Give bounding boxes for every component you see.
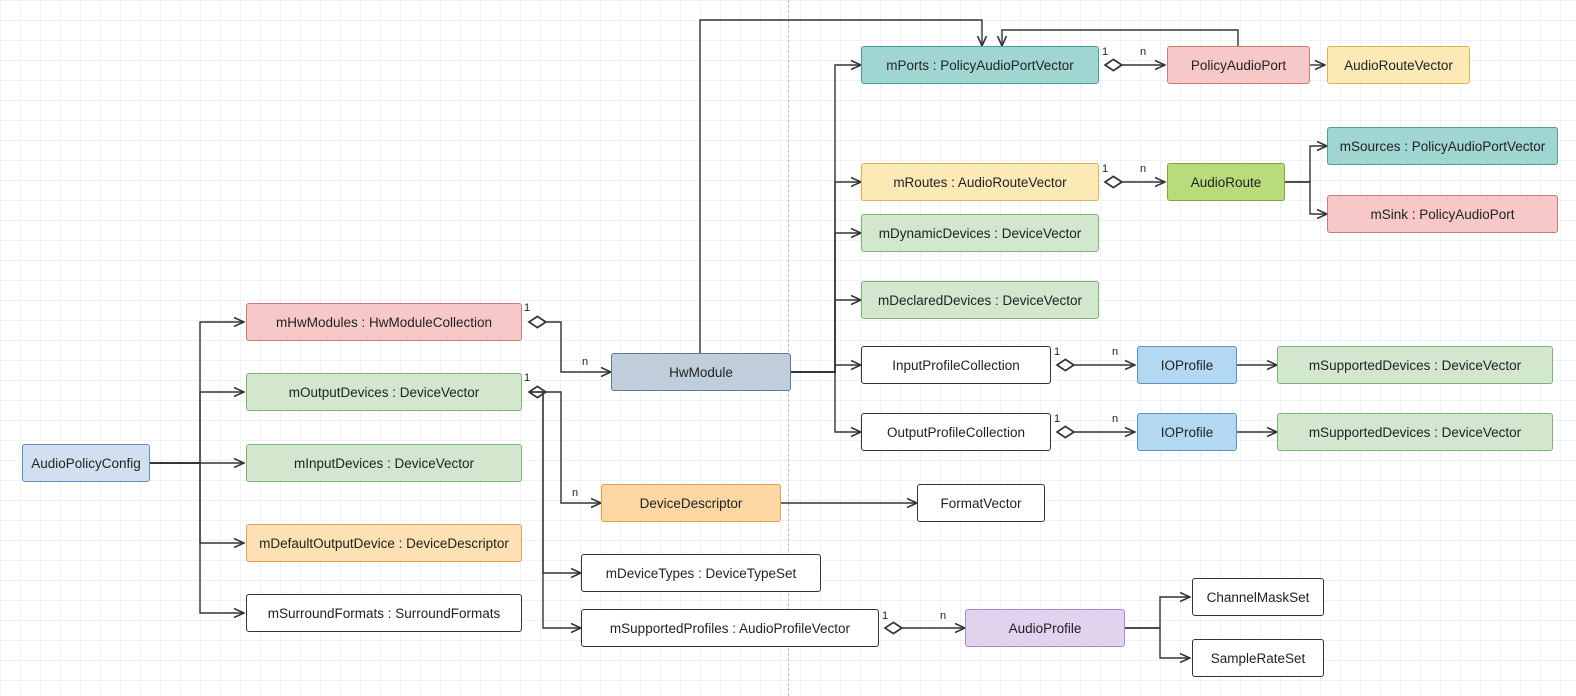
node-ioprofile-1: IOProfile <box>1137 346 1237 384</box>
mult-one: 1 <box>1102 163 1108 175</box>
mult-many: n <box>582 356 588 368</box>
node-inputprofilecollection: InputProfileCollection <box>861 346 1051 384</box>
mult-one: 1 <box>1102 46 1108 58</box>
mult-many: n <box>1140 163 1146 175</box>
node-mports: mPorts : PolicyAudioPortVector <box>861 46 1099 84</box>
node-devicedescriptor: DeviceDescriptor <box>601 484 781 522</box>
node-mdevicetypes: mDeviceTypes : DeviceTypeSet <box>581 554 821 592</box>
mult-one: 1 <box>1054 413 1060 425</box>
node-audio-policy-config: AudioPolicyConfig <box>22 444 150 482</box>
node-msupportedprofiles: mSupportedProfiles : AudioProfileVector <box>581 609 879 647</box>
mult-many: n <box>1140 46 1146 58</box>
mult-one: 1 <box>882 610 888 622</box>
node-minputdevices: mInputDevices : DeviceVector <box>246 444 522 482</box>
mult-one: 1 <box>1054 346 1060 358</box>
node-msink: mSink : PolicyAudioPort <box>1327 195 1558 233</box>
node-msupporteddevices-2: mSupportedDevices : DeviceVector <box>1277 413 1553 451</box>
mult-many: n <box>572 487 578 499</box>
node-ioprofile-2: IOProfile <box>1137 413 1237 451</box>
diagram-canvas: 1 1 n n 1 n 1 n 1 n 1 n 1 n AudioPolicyC… <box>0 0 1576 696</box>
node-policyaudioport: PolicyAudioPort <box>1167 46 1310 84</box>
mult-many: n <box>1112 413 1118 425</box>
node-mhwmodules: mHwModules : HwModuleCollection <box>246 303 522 341</box>
node-hwmodule: HwModule <box>611 353 791 391</box>
node-outputprofilecollection: OutputProfileCollection <box>861 413 1051 451</box>
node-msurroundformats: mSurroundFormats : SurroundFormats <box>246 594 522 632</box>
node-mdefaultoutputdevice: mDefaultOutputDevice : DeviceDescriptor <box>246 524 522 562</box>
node-msupporteddevices-1: mSupportedDevices : DeviceVector <box>1277 346 1553 384</box>
node-channelmaskset: ChannelMaskSet <box>1192 578 1324 616</box>
node-mroutes: mRoutes : AudioRouteVector <box>861 163 1099 201</box>
node-formatvector: FormatVector <box>917 484 1045 522</box>
node-msources: mSources : PolicyAudioPortVector <box>1327 127 1558 165</box>
node-audioroutevector: AudioRouteVector <box>1327 46 1470 84</box>
mult-many: n <box>1112 346 1118 358</box>
mult-one: 1 <box>524 372 530 384</box>
mult-many: n <box>940 610 946 622</box>
node-mdeclareddevices: mDeclaredDevices : DeviceVector <box>861 281 1099 319</box>
node-audioprofile: AudioProfile <box>965 609 1125 647</box>
mult-one: 1 <box>524 302 530 314</box>
node-moutputdevices: mOutputDevices : DeviceVector <box>246 373 522 411</box>
node-audioroute: AudioRoute <box>1167 163 1285 201</box>
node-sampleratesset: SampleRateSet <box>1192 639 1324 677</box>
node-mdynamicdevices: mDynamicDevices : DeviceVector <box>861 214 1099 252</box>
